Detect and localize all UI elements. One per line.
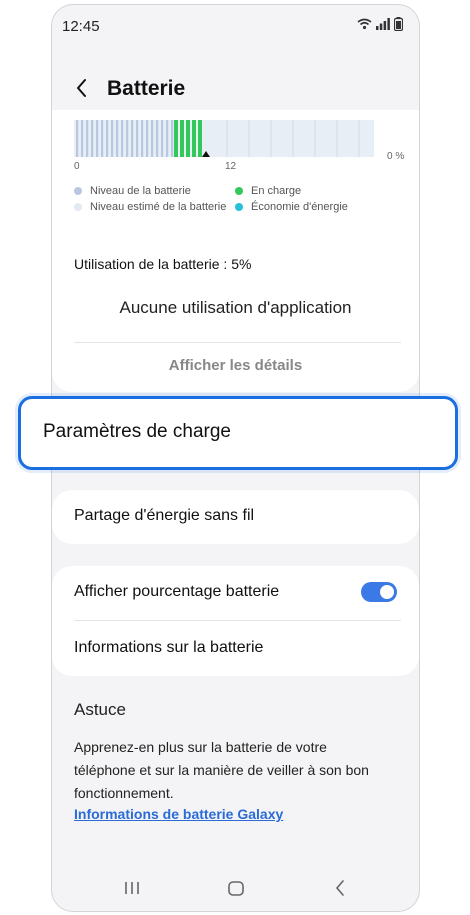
battery-chart	[74, 120, 374, 157]
legend-label: En charge	[251, 185, 302, 197]
legend-dot	[235, 187, 243, 195]
charging-bars	[174, 120, 202, 157]
legend-dot	[235, 203, 243, 211]
legend-label: Niveau de la batterie	[90, 185, 191, 197]
battery-usage-label: Utilisation de la batterie : 5%	[74, 256, 252, 272]
wireless-share-label: Partage d'énergie sans fil	[74, 507, 255, 524]
divider	[74, 342, 401, 343]
x-tick-0: 0	[74, 161, 80, 172]
back-icon[interactable]	[334, 880, 346, 896]
charging-settings-label: Paramètres de charge	[43, 421, 231, 442]
page-title: Batterie	[107, 77, 186, 100]
legend-label: Économie d'énergie	[251, 201, 348, 213]
legend-label: Niveau estimé de la batterie	[90, 201, 227, 213]
back-arrow-icon[interactable]	[74, 77, 90, 99]
show-percentage-label[interactable]: Afficher pourcentage batterie	[74, 583, 279, 601]
y-tick-label: 0 %	[387, 151, 405, 162]
divider	[74, 620, 401, 621]
legend-power-saving: Économie d'énergie	[235, 201, 348, 213]
estimated-level-grid	[226, 120, 360, 157]
legend-dot	[74, 203, 82, 211]
show-percentage-toggle[interactable]	[361, 582, 397, 602]
legend-battery-level: Niveau de la batterie	[74, 185, 191, 197]
battery-level-bars	[76, 120, 174, 157]
signal-icon	[376, 18, 390, 30]
tip-body: Apprenez-en plus sur la batterie de votr…	[74, 739, 369, 801]
current-time-marker	[202, 151, 210, 157]
home-icon[interactable]	[228, 881, 244, 896]
battery-info-label[interactable]: Informations sur la batterie	[74, 639, 263, 657]
show-details-button[interactable]: Afficher les détails	[52, 357, 419, 374]
recent-apps-icon[interactable]	[124, 881, 140, 895]
legend-estimated-level: Niveau estimé de la batterie	[74, 201, 226, 213]
legend-dot	[74, 187, 82, 195]
tip-title: Astuce	[74, 700, 126, 719]
status-time: 12:45	[62, 18, 100, 35]
galaxy-battery-info-link[interactable]: Informations de batterie Galaxy	[74, 806, 283, 822]
battery-icon	[394, 17, 403, 31]
toggle-knob	[380, 585, 394, 599]
status-icons	[357, 17, 403, 31]
legend-charging: En charge	[235, 185, 301, 197]
charging-settings-item[interactable]: Paramètres de charge	[18, 396, 458, 470]
no-app-usage-text: Aucune utilisation d'application	[119, 298, 352, 317]
navigation-bar	[52, 865, 419, 911]
wifi-icon	[357, 18, 372, 30]
x-tick-12: 12	[225, 161, 237, 172]
